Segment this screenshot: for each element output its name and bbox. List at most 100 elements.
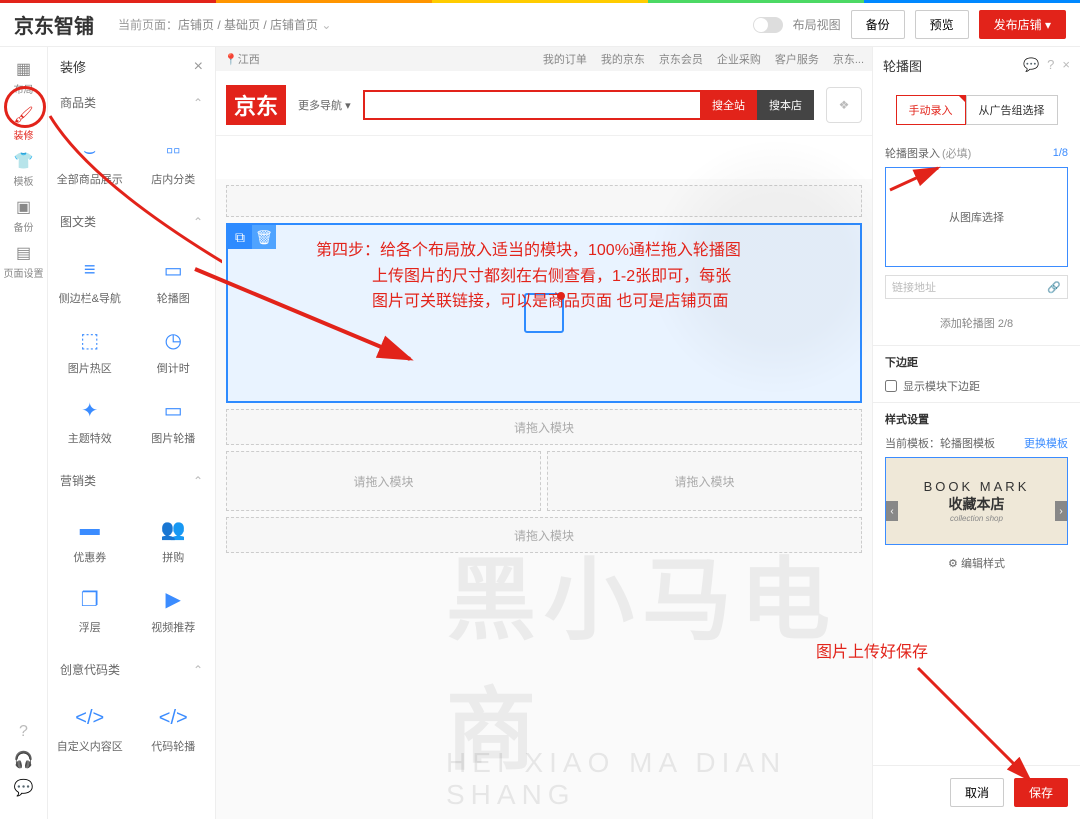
image-icon: ▭: [159, 396, 187, 424]
component-panel: 装修 × 商品类⌃ ⌣全部商品展示 ▫▫店内分类 图文类⌃ ≡侧边栏&导航 ▭轮播…: [48, 47, 216, 819]
save-button[interactable]: 保存: [1014, 778, 1068, 807]
chevron-up-icon: ⌃: [193, 474, 203, 488]
nav-orders[interactable]: 我的订单: [543, 51, 587, 67]
rail-item-layout[interactable]: ▦布局: [0, 57, 48, 99]
grid-icon: ▦: [15, 60, 33, 78]
help-icon[interactable]: ?: [15, 723, 33, 741]
copy-icon[interactable]: ⧉: [228, 225, 252, 249]
tab-ad-group[interactable]: 从广告组选择: [966, 95, 1058, 125]
search-bar: 搜全站 搜本店: [363, 90, 814, 120]
edit-style-button[interactable]: ⚙ 编辑样式: [885, 555, 1068, 571]
comp-sidebar-nav[interactable]: ≡侧边栏&导航: [48, 246, 132, 316]
comment-icon[interactable]: 💬: [1023, 57, 1039, 73]
breadcrumb-path[interactable]: 店铺页 / 基础页 / 店铺首页: [178, 18, 318, 32]
comp-float[interactable]: ❐浮层: [48, 575, 132, 645]
ticket-icon: ▬: [76, 515, 104, 543]
chevron-up-icon: ⌃: [193, 663, 203, 677]
code-icon: </>: [76, 704, 104, 732]
comp-hotspot[interactable]: ⬚图片热区: [48, 316, 132, 386]
left-rail: ▦布局 🖌装修 👕模板 ▣备份 ▤页面设置 ? 🎧 💬: [0, 47, 48, 819]
comp-group[interactable]: 👥拼购: [132, 505, 216, 575]
nav-biz[interactable]: 企业采购: [717, 51, 761, 67]
breadcrumb: 当前页面：店铺页 / 基础页 / 店铺首页 ⌄: [118, 16, 331, 33]
headset-icon[interactable]: 🎧: [15, 751, 33, 769]
module-slot[interactable]: 请拖入模块: [226, 517, 862, 553]
module-slot-half[interactable]: 请拖入模块: [547, 451, 862, 511]
comp-theme-fx[interactable]: ✦主题特效: [48, 386, 132, 456]
delete-icon[interactable]: 🗑: [252, 225, 276, 249]
cat-goods[interactable]: 商品类⌃: [48, 86, 215, 119]
nav-member[interactable]: 京东会员: [659, 51, 703, 67]
sparkle-icon: ✦: [76, 396, 104, 424]
close-icon[interactable]: ×: [194, 58, 203, 76]
tab-manual[interactable]: 手动录入: [896, 95, 966, 125]
module-slot-half[interactable]: 请拖入模块: [226, 451, 541, 511]
search-shop-button[interactable]: 搜本店: [757, 90, 814, 120]
cat-media[interactable]: 图文类⌃: [48, 205, 215, 238]
comp-custom-code[interactable]: </>自定义内容区: [48, 694, 132, 764]
close-icon[interactable]: ×: [1062, 57, 1070, 73]
smile-icon: ⌣: [76, 137, 104, 165]
comp-category[interactable]: ▫▫店内分类: [132, 127, 216, 197]
chevron-up-icon: ⌃: [193, 215, 203, 229]
comp-coupon[interactable]: ▬优惠券: [48, 505, 132, 575]
rail-item-template[interactable]: 👕模板: [0, 149, 48, 191]
save-icon: ▣: [15, 198, 33, 216]
link-input[interactable]: 链接地址🔗: [885, 275, 1068, 299]
backup-button[interactable]: 备份: [851, 10, 905, 39]
rail-item-pagesettings[interactable]: ▤页面设置: [0, 241, 48, 283]
publish-button[interactable]: 发布店铺 ▾: [979, 10, 1066, 39]
rail-item-backup[interactable]: ▣备份: [0, 195, 48, 237]
change-template-link[interactable]: 更换模板: [1024, 435, 1068, 451]
list-icon: ≡: [76, 256, 104, 284]
image-icon: ▭: [159, 256, 187, 284]
chevron-right-icon[interactable]: ›: [1055, 501, 1067, 521]
module-slot[interactable]: 请拖入模块: [226, 409, 862, 445]
page-icon: ▤: [15, 244, 33, 262]
choose-from-gallery-button[interactable]: 从图库选择: [885, 167, 1068, 267]
location-pin[interactable]: 📍江西: [224, 51, 260, 67]
inspector-title: 轮播图: [883, 56, 922, 75]
preview-button[interactable]: 预览: [915, 10, 969, 39]
people-icon: 👥: [159, 515, 187, 543]
comp-carousel[interactable]: ▭轮播图: [132, 246, 216, 316]
chevron-up-icon: ⌃: [193, 96, 203, 110]
margin-section-title: 下边距: [885, 354, 1068, 370]
layers-icon: ❐: [76, 585, 104, 613]
add-carousel-button[interactable]: 添加轮播图 2/8: [885, 309, 1068, 337]
nav-service[interactable]: 客户服务: [775, 51, 819, 67]
layout-view-toggle[interactable]: [753, 17, 783, 33]
cat-code[interactable]: 创意代码类⌃: [48, 653, 215, 686]
module-carousel-selected[interactable]: ⧉ 🗑: [226, 223, 862, 403]
template-thumbnail[interactable]: ‹ › BOOK MARK 收藏本店 collection shop: [885, 457, 1068, 545]
help-icon[interactable]: ?: [1047, 57, 1054, 73]
chevron-left-icon[interactable]: ‹: [886, 501, 898, 521]
nav-myjd[interactable]: 我的京东: [601, 51, 645, 67]
carousel-count: 1/8: [1053, 147, 1068, 159]
panel-title: 装修: [60, 57, 86, 76]
comp-code-carousel[interactable]: </>代码轮播: [132, 694, 216, 764]
watermark: 黑小马电商: [446, 527, 872, 787]
cat-marketing[interactable]: 营销类⌃: [48, 464, 215, 497]
search-all-button[interactable]: 搜全站: [700, 90, 757, 120]
image-placeholder-icon: [524, 293, 564, 333]
code-icon: </>: [159, 704, 187, 732]
search-input[interactable]: [363, 90, 700, 120]
comp-countdown[interactable]: ◷倒计时: [132, 316, 216, 386]
rail-item-decorate[interactable]: 🖌装修: [0, 103, 48, 145]
play-icon: ▶: [159, 585, 187, 613]
chat-icon[interactable]: 💬: [15, 779, 33, 797]
module-slot-banner[interactable]: [226, 185, 862, 217]
comp-video[interactable]: ▶视频推荐: [132, 575, 216, 645]
cancel-button[interactable]: 取消: [950, 778, 1004, 807]
crop-icon: ⬚: [76, 326, 104, 354]
nav-more[interactable]: 京东...: [833, 51, 864, 67]
comp-image-carousel[interactable]: ▭图片轮播: [132, 386, 216, 456]
show-margin-checkbox[interactable]: 显示模块下边距: [885, 378, 1068, 394]
app-logo: 京东智铺: [14, 10, 94, 39]
brush-icon: 🖌: [15, 106, 33, 124]
layers-icon[interactable]: ❖: [826, 87, 862, 123]
more-nav-dropdown[interactable]: 更多导航 ▾: [298, 97, 351, 113]
inspector-panel: 轮播图 💬?× 手动录入 从广告组选择 轮播图录入(必填)1/8 从图库选择 链…: [872, 47, 1080, 819]
comp-all-goods[interactable]: ⌣全部商品展示: [48, 127, 132, 197]
